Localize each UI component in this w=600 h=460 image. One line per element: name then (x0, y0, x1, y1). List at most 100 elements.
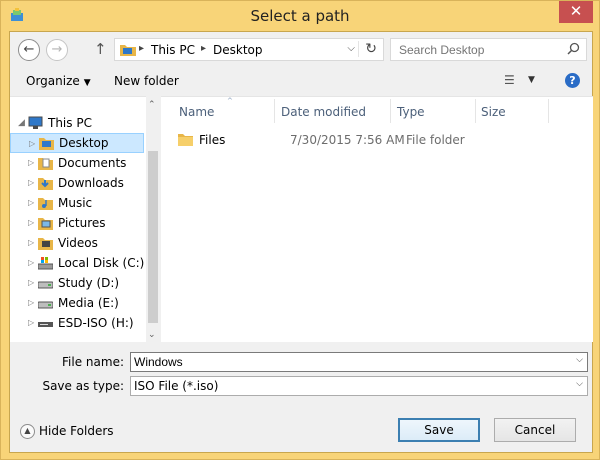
address-history-dropdown[interactable]: ⌵ (347, 43, 355, 54)
music-folder-icon (38, 198, 53, 210)
expand-arrow-icon[interactable]: ▷ (28, 233, 34, 253)
column-divider[interactable] (274, 99, 275, 123)
breadcrumb-separator[interactable]: ▸ (139, 43, 144, 54)
file-name-label: File name: (62, 355, 124, 369)
expand-arrow-icon[interactable]: ▷ (28, 313, 34, 333)
tree-item-local-disk-c[interactable]: ▷ Local Disk (C:) (10, 253, 146, 273)
cancel-button[interactable]: Cancel (494, 418, 576, 442)
folder-icon (178, 134, 193, 146)
save-button[interactable]: Save (398, 418, 480, 442)
desktop-folder-icon (39, 138, 54, 150)
save-as-type-select[interactable]: ISO File (*.iso) ⌵ (130, 376, 588, 396)
file-name-field[interactable] (134, 355, 554, 369)
tree-item-label: Study (D:) (58, 276, 120, 290)
system-drive-icon (38, 257, 53, 270)
search-input[interactable] (397, 42, 557, 58)
file-type: File folder (406, 133, 465, 147)
address-bar[interactable]: ▸ This PC ▸ Desktop ⌵ ↻ (114, 38, 384, 61)
drive-icon (38, 281, 53, 289)
tree-item-label: ESD-ISO (H:) (58, 316, 134, 330)
title-bar[interactable]: Select a path ✕ (1, 1, 599, 31)
scrollbar-thumb[interactable] (148, 151, 158, 323)
expand-arrow-icon[interactable]: ▷ (28, 193, 34, 213)
file-name: Files (199, 133, 226, 147)
organize-label: Organize (26, 74, 80, 88)
navigation-pane-scrollbar[interactable]: ⌃ ⌄ (146, 96, 160, 342)
navigation-pane[interactable]: ◢ This PC ▷ Desktop ▷ Documents ▷ Downlo… (10, 96, 160, 342)
up-folder-button[interactable]: ↑ (94, 40, 107, 58)
tree-item-this-pc[interactable]: ◢ This PC (10, 113, 146, 133)
expand-arrow-icon[interactable]: ▷ (28, 173, 34, 193)
file-date-modified: 7/30/2015 7:56 AM (290, 133, 405, 147)
tree-item-label: Documents (58, 156, 127, 170)
expand-arrow-icon[interactable]: ▷ (28, 213, 34, 233)
new-folder-button[interactable]: New folder (114, 74, 179, 88)
organize-menu[interactable]: Organize ▼ (26, 74, 91, 88)
dialog-client-area: ← → ↑ ▸ This PC ▸ Desktop ⌵ ↻ Organiz (9, 31, 593, 453)
collapse-up-icon: ▲ (20, 424, 35, 439)
expand-arrow-icon[interactable]: ▷ (28, 153, 34, 173)
tree-item-label: Videos (58, 236, 98, 250)
tree-item-label: This PC (48, 116, 92, 130)
hide-folders-toggle[interactable]: ▲ Hide Folders (20, 424, 114, 439)
chevron-down-icon[interactable]: ▼ (528, 75, 535, 85)
expand-arrow-icon[interactable]: ▷ (28, 293, 34, 313)
search-icon[interactable] (567, 42, 580, 55)
chevron-down-icon[interactable]: ⌵ (576, 355, 583, 365)
command-bar: Organize ▼ New folder ☰ ▼ ? (10, 68, 592, 94)
column-divider[interactable] (475, 99, 476, 123)
back-button[interactable]: ← (18, 39, 40, 61)
save-as-type-label: Save as type: (42, 379, 124, 393)
tree-item-pictures[interactable]: ▷ Pictures (10, 213, 146, 233)
file-row[interactable]: Files 7/30/2015 7:56 AM File folder (173, 131, 583, 149)
save-dialog-window: Select a path ✕ ← → ↑ ▸ This PC ▸ Deskto… (0, 0, 600, 460)
tree-item-downloads[interactable]: ▷ Downloads (10, 173, 146, 193)
computer-icon (28, 116, 43, 129)
expand-arrow-icon[interactable]: ▷ (29, 134, 35, 154)
tree-item-study-d[interactable]: ▷ Study (D:) (10, 273, 146, 293)
chevron-down-icon[interactable]: ⌵ (576, 379, 583, 389)
drive-icon (38, 301, 53, 309)
refresh-icon[interactable]: ↻ (358, 41, 377, 57)
column-header-size[interactable]: Size (481, 105, 506, 119)
tree-item-label: Downloads (58, 176, 124, 190)
expand-arrow-icon[interactable]: ▷ (28, 273, 34, 293)
column-divider[interactable] (390, 99, 391, 123)
scroll-down-arrow-icon[interactable]: ⌄ (148, 330, 156, 340)
expand-arrow-icon[interactable]: ▷ (28, 253, 34, 273)
hide-folders-label: Hide Folders (39, 424, 114, 438)
tree-item-label: Local Disk (C:) (58, 256, 145, 270)
tree-item-music[interactable]: ▷ Music (10, 193, 146, 213)
window-title: Select a path (250, 7, 350, 25)
view-options-icon[interactable]: ☰ (504, 73, 515, 87)
tree-item-desktop[interactable]: ▷ Desktop (10, 133, 144, 153)
expanded-arrow-icon[interactable]: ◢ (18, 113, 25, 133)
chevron-down-icon: ▼ (83, 78, 91, 88)
videos-folder-icon (38, 238, 53, 250)
documents-folder-icon (38, 158, 53, 170)
tree-item-label: Desktop (59, 136, 109, 150)
scroll-up-arrow-icon[interactable]: ⌃ (148, 100, 156, 110)
tree-item-esd-iso-h[interactable]: ▷ ESD-ISO (H:) (10, 313, 146, 333)
column-header-type[interactable]: Type (397, 105, 425, 119)
breadcrumb-desktop[interactable]: Desktop (213, 43, 263, 57)
column-header-name[interactable]: Name (179, 105, 214, 119)
file-name-combobox[interactable]: ⌵ (130, 352, 588, 372)
tree-item-videos[interactable]: ▷ Videos (10, 233, 146, 253)
sort-ascending-icon: ^ (227, 97, 233, 105)
forward-button[interactable]: → (46, 39, 68, 61)
breadcrumb-separator[interactable]: ▸ (201, 43, 206, 54)
downloads-folder-icon (38, 178, 53, 190)
save-as-type-value: ISO File (*.iso) (134, 379, 219, 393)
column-divider[interactable] (548, 99, 549, 123)
pictures-folder-icon (38, 218, 53, 230)
close-button[interactable]: ✕ (559, 1, 593, 23)
tree-item-media-e[interactable]: ▷ Media (E:) (10, 293, 146, 313)
breadcrumb-this-pc[interactable]: This PC (151, 43, 195, 57)
column-header-date-modified[interactable]: Date modified (281, 105, 366, 119)
tree-item-documents[interactable]: ▷ Documents (10, 153, 146, 173)
search-box[interactable] (390, 38, 587, 61)
file-list-pane[interactable]: ^ Name Date modified Type Size Files 7/3… (161, 96, 593, 342)
help-icon[interactable]: ? (565, 73, 580, 88)
tree-item-label: Media (E:) (58, 296, 119, 310)
